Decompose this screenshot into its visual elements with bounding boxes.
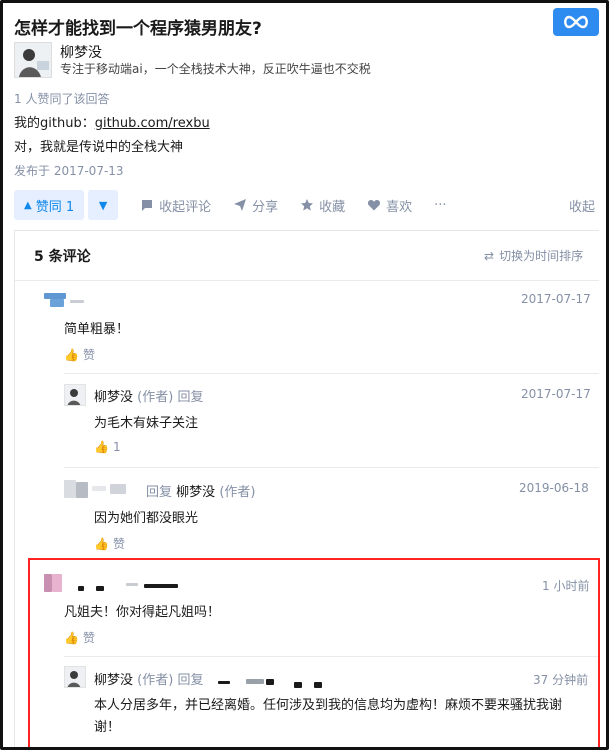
favorite-button[interactable]: 收藏	[300, 196, 345, 215]
share-button[interactable]: 分享	[233, 196, 278, 215]
answer-line-1: 我的github：github.com/rexbu	[14, 112, 210, 131]
share-icon	[234, 199, 247, 211]
thumbs-up-icon: 👍	[94, 440, 109, 454]
like-button[interactable]: 喜欢	[367, 196, 412, 215]
comments-divider	[15, 280, 599, 281]
comment-3-reply-label: 回复	[146, 485, 173, 500]
like-label: 喜欢	[386, 199, 413, 215]
comment-3-avatar[interactable]	[64, 480, 144, 502]
comment-5-text-line-1: 本人分居多年，并已经离婚。任何涉及到我的信息均为虚构！麻烦不要来骚扰我谢	[94, 698, 563, 713]
comment-5-author-role: (作者)	[137, 673, 174, 688]
comment-2-time: 2017-07-17	[521, 387, 591, 401]
thumbs-up-icon: 👍	[64, 347, 79, 362]
comment-3-header: 回复 柳梦没 (作者)	[146, 481, 255, 500]
comment-1-like-label: 赞	[82, 348, 95, 362]
comment-4-time: 1 小时前	[542, 579, 590, 593]
star-icon	[301, 199, 314, 211]
share-label: 分享	[252, 199, 279, 215]
comment-2-avatar[interactable]	[64, 384, 86, 406]
thumbs-up-icon: 👍	[64, 630, 79, 645]
heart-icon	[368, 200, 381, 211]
comment-divider	[64, 467, 599, 468]
comment-3-like-button[interactable]: 👍 赞	[94, 535, 125, 552]
sort-toggle[interactable]: ⇄ 切换为时间排序	[484, 247, 583, 264]
comment-2-like-count: 1	[112, 440, 121, 454]
comment-3-reply-role: (作者)	[219, 485, 256, 500]
triangle-up-icon: ▲	[24, 199, 32, 211]
comment-count: 5 条评论	[34, 249, 91, 265]
collapse-button[interactable]: 收起	[569, 196, 595, 215]
comment-5-reply-label: 回复	[177, 673, 204, 688]
publish-date[interactable]: 发布于 2017-07-13	[14, 162, 124, 179]
comment-4-like-label: 赞	[82, 631, 95, 645]
author-avatar[interactable]	[14, 42, 52, 78]
upvote-label: 赞同 1	[35, 199, 75, 215]
comment-5-author[interactable]: 柳梦没 (作者) 回复	[94, 669, 203, 688]
comment-4-avatar[interactable]	[44, 572, 184, 594]
comment-divider	[64, 656, 598, 657]
collapse-comments-button[interactable]: 收起评论	[140, 196, 211, 215]
more-icon: ···	[434, 197, 447, 213]
comment-4-like-button[interactable]: 👍 赞	[64, 629, 95, 646]
answer-line-2: 对，我就是传说中的全栈大神	[14, 140, 184, 155]
comment-1-like-button[interactable]: 👍 赞	[64, 346, 95, 363]
collapse-comments-label: 收起评论	[159, 199, 212, 215]
author-name[interactable]: 柳梦没	[60, 42, 102, 62]
comment-3-reply-to[interactable]: 柳梦没	[176, 485, 215, 500]
comment-3-time: 2019-06-18	[519, 481, 589, 495]
comment-5-reply-target[interactable]	[218, 676, 330, 690]
comment-3-text: 因为她们都没眼光	[94, 511, 199, 526]
comment-2-author-role: (作者)	[137, 390, 174, 405]
thumbs-up-icon: 👍	[94, 536, 109, 551]
comment-1-time: 2017-07-17	[521, 292, 591, 306]
more-button[interactable]: ···	[434, 198, 446, 213]
likes-summary[interactable]: 1 人赞同了该回答	[14, 90, 109, 107]
comment-icon	[142, 200, 153, 211]
switch-icon: ⇄	[484, 248, 495, 263]
question-title[interactable]: 怎样才能找到一个程序猿男朋友?	[14, 14, 262, 39]
comment-2-author-name[interactable]: 柳梦没	[94, 390, 133, 405]
comment-3-like-label: 赞	[112, 537, 125, 551]
comment-2-like-button[interactable]: 👍 1	[94, 440, 121, 454]
github-link[interactable]: github.com/rexbu	[95, 116, 210, 131]
comment-2-author[interactable]: 柳梦没 (作者) 回复	[94, 386, 203, 405]
comment-4-text: 凡姐夫！你对得起凡姐吗！	[64, 605, 221, 620]
comment-1-avatar[interactable]	[44, 293, 84, 311]
comment-2-reply-label: 回复	[177, 390, 204, 405]
infinity-logo-icon[interactable]	[553, 8, 599, 36]
comment-5-text-line-2: 谢！	[94, 720, 121, 735]
sort-label: 切换为时间排序	[499, 249, 584, 263]
comment-5-avatar[interactable]	[64, 666, 86, 688]
upvote-button[interactable]: ▲ 赞同 1	[14, 190, 85, 220]
github-prefix: 我的github：	[14, 116, 95, 131]
comment-5-time: 37 分钟前	[533, 673, 589, 687]
comment-5-author-name[interactable]: 柳梦没	[94, 673, 133, 688]
comment-2-text: 为毛木有妹子关注	[94, 416, 199, 431]
triangle-down-icon: ▼	[98, 198, 108, 212]
comment-divider	[64, 373, 599, 374]
downvote-button[interactable]: ▼	[88, 190, 119, 220]
comment-1-text: 简单粗暴！	[64, 322, 130, 337]
favorite-label: 收藏	[319, 199, 346, 215]
author-bio: 专注于移动端ai，一个全栈技术大神，反正吹牛逼也不交税	[60, 62, 371, 76]
action-bar: ▲ 赞同 1 ▼ 收起评论 分享 收藏 喜欢 ··· 收起	[14, 190, 599, 220]
